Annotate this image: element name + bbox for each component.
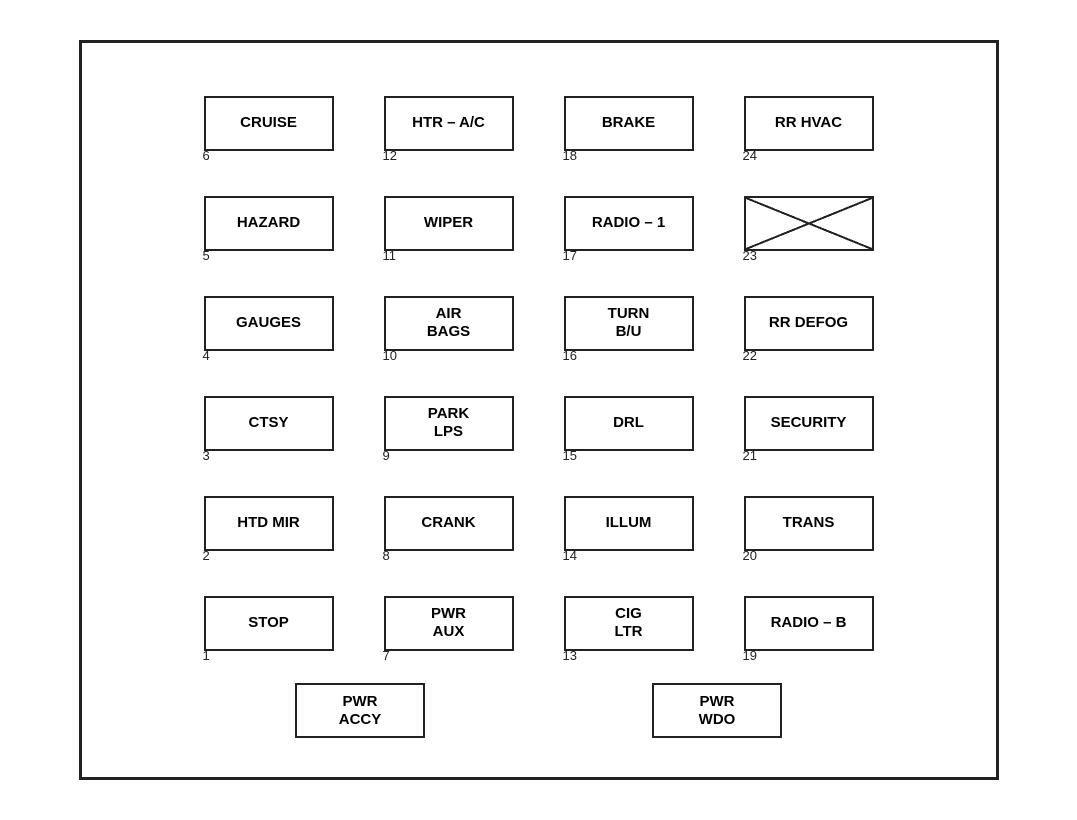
fuse-box-6: CRUISE [204,96,334,151]
fuse-box-19: RADIO – B [744,596,874,651]
fuse-number-17: 17 [563,248,577,263]
fuse-box-7: PWR AUX [384,596,514,651]
fuse-box-15: DRL [564,396,694,451]
fuse-number-24: 24 [743,148,757,163]
fuse-cell-6: CRUISE6 [189,73,349,173]
fuse-box-5: HAZARD [204,196,334,251]
fuse-cell-12: HTR – A/C12 [369,73,529,173]
fuse-box-16: TURN B/U [564,296,694,351]
fuse-number-12: 12 [383,148,397,163]
bottom-row: PWR ACCY PWR WDO [122,683,956,738]
fuse-box-18: BRAKE [564,96,694,151]
fuse-box-22: RR DEFOG [744,296,874,351]
fuse-cell-22: RR DEFOG22 [729,273,889,373]
fuse-box-9: PARK LPS [384,396,514,451]
fuse-box-1: STOP [204,596,334,651]
bottom-fuse-cell-0: PWR ACCY [295,683,425,738]
fuse-number-21: 21 [743,448,757,463]
fuse-number-4: 4 [203,348,210,363]
fuse-cell-17: RADIO – 117 [549,173,709,273]
fuse-cell-14: ILLUM14 [549,473,709,573]
fuse-box-2: HTD MIR [204,496,334,551]
fuse-cell-9: PARK LPS9 [369,373,529,473]
fuse-box-4: GAUGES [204,296,334,351]
fuse-cell-8: CRANK8 [369,473,529,573]
fuse-number-18: 18 [563,148,577,163]
fuse-x-box [744,196,874,251]
fuse-cell-7: PWR AUX7 [369,573,529,673]
fuse-cell-23: 23 [729,173,889,273]
fuse-number-14: 14 [563,548,577,563]
fuse-number-16: 16 [563,348,577,363]
fuse-number-1: 1 [203,648,210,663]
fuse-box-12: HTR – A/C [384,96,514,151]
fuse-number-15: 15 [563,448,577,463]
bottom-fuse-box-1: PWR WDO [652,683,782,738]
fuse-number-6: 6 [203,148,210,163]
fuse-box-17: RADIO – 1 [564,196,694,251]
fuse-number-22: 22 [743,348,757,363]
fuse-number-19: 19 [743,648,757,663]
fuse-number-7: 7 [383,648,390,663]
fuse-box-8: CRANK [384,496,514,551]
fuse-box-3: CTSY [204,396,334,451]
fuse-box-24: RR HVAC [744,96,874,151]
fuse-number-5: 5 [203,248,210,263]
fuse-cell-5: HAZARD5 [189,173,349,273]
fuse-cell-24: RR HVAC24 [729,73,889,173]
fuse-cell-3: CTSY3 [189,373,349,473]
fuse-cell-21: SECURITY21 [729,373,889,473]
bottom-fuse-box-0: PWR ACCY [295,683,425,738]
fuse-number-23: 23 [743,248,757,263]
fuse-box-20: TRANS [744,496,874,551]
fuse-box-13: CIG LTR [564,596,694,651]
fuse-box-21: SECURITY [744,396,874,451]
fuse-cell-19: RADIO – B19 [729,573,889,673]
fuse-cell-4: GAUGES4 [189,273,349,373]
fuse-cell-15: DRL15 [549,373,709,473]
fuse-cell-1: STOP1 [189,573,349,673]
fuse-number-3: 3 [203,448,210,463]
fuse-cell-11: WIPER11 [369,173,529,273]
fuse-box-14: ILLUM [564,496,694,551]
fuse-number-2: 2 [203,548,210,563]
fuse-number-11: 11 [383,248,397,263]
fuse-number-10: 10 [383,348,397,363]
fuse-diagram: CRUISE6HTR – A/C12BRAKE18RR HVAC24HAZARD… [79,40,999,780]
fuse-cell-20: TRANS20 [729,473,889,573]
fuse-number-8: 8 [383,548,390,563]
fuse-number-9: 9 [383,448,390,463]
fuse-number-20: 20 [743,548,757,563]
fuse-cell-2: HTD MIR2 [189,473,349,573]
fuse-cell-16: TURN B/U16 [549,273,709,373]
fuse-box-10: AIR BAGS [384,296,514,351]
fuse-grid: CRUISE6HTR – A/C12BRAKE18RR HVAC24HAZARD… [122,73,956,673]
bottom-fuse-cell-1: PWR WDO [652,683,782,738]
fuse-box-11: WIPER [384,196,514,251]
fuse-cell-10: AIR BAGS10 [369,273,529,373]
fuse-number-13: 13 [563,648,577,663]
fuse-cell-18: BRAKE18 [549,73,709,173]
fuse-cell-13: CIG LTR13 [549,573,709,673]
